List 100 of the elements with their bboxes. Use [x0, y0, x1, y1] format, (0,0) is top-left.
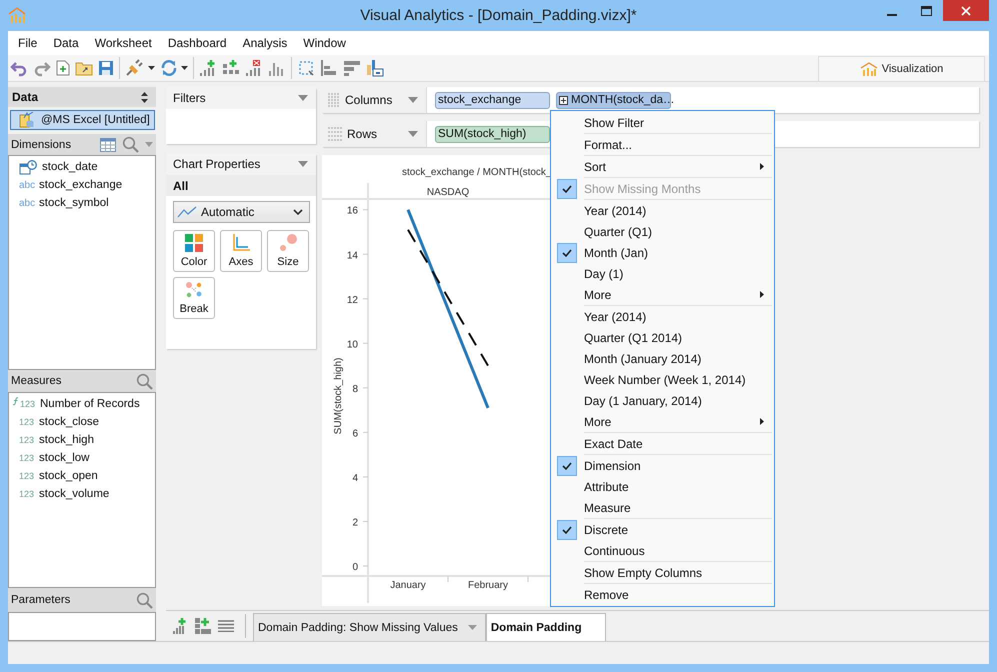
- legend-icon[interactable]: [366, 59, 384, 77]
- rows-grip-icon: [328, 127, 342, 141]
- axis-tick-label: 6: [352, 428, 358, 440]
- menu-item[interactable]: Day (1): [551, 263, 774, 284]
- sort-arrows-icon[interactable]: [141, 92, 148, 102]
- menu-item[interactable]: Discrete: [551, 519, 774, 540]
- redo-icon[interactable]: [33, 59, 51, 77]
- menu-item[interactable]: More: [551, 411, 774, 432]
- close-button[interactable]: [943, 0, 989, 21]
- dropdown-caret-icon: [468, 625, 477, 630]
- field-pill[interactable]: stock_exchange: [435, 92, 550, 108]
- list-icon[interactable]: [218, 620, 234, 632]
- menu-item[interactable]: Year (2014): [551, 200, 774, 221]
- plug-icon[interactable]: [125, 59, 145, 77]
- field-item[interactable]: abc stock_exchange: [9, 176, 155, 194]
- axes-button[interactable]: Axes: [220, 230, 262, 272]
- undo-icon[interactable]: [10, 59, 28, 77]
- add-grid-icon[interactable]: [222, 59, 240, 77]
- new-file-icon[interactable]: [56, 60, 70, 76]
- new-worksheet-icon[interactable]: [172, 618, 188, 634]
- menu-item[interactable]: Window: [295, 36, 354, 50]
- field-item[interactable]: 123 stock_close: [9, 413, 155, 431]
- menu-item[interactable]: Worksheet: [86, 36, 160, 50]
- axis-tick-label: 4: [352, 472, 358, 484]
- sheet-tab[interactable]: Domain Padding: [486, 613, 606, 641]
- panel-title: Measures: [11, 375, 62, 387]
- folder-icon[interactable]: [75, 60, 93, 76]
- visualization-tab[interactable]: Visualization: [818, 56, 985, 81]
- plus-icon: [559, 96, 568, 104]
- menu-item[interactable]: Continuous: [551, 540, 774, 561]
- search-icon[interactable]: [122, 136, 139, 153]
- search-icon[interactable]: [136, 592, 153, 608]
- break-button[interactable]: Break: [173, 277, 215, 319]
- menu-item[interactable]: Exact Date: [551, 433, 774, 454]
- menu-item[interactable]: Measure: [551, 497, 774, 518]
- dropdown-caret-icon[interactable]: [145, 142, 153, 147]
- menu-item[interactable]: Show Empty Columns: [551, 562, 774, 583]
- color-button[interactable]: Color: [173, 230, 215, 272]
- type-label: 123: [19, 489, 36, 499]
- type-label: 123: [20, 399, 36, 409]
- dropdown-caret-icon[interactable]: [298, 95, 308, 101]
- axes-icon: [232, 234, 250, 252]
- new-dashboard-icon[interactable]: [195, 618, 211, 634]
- field-item[interactable]: stock_date: [9, 158, 155, 176]
- menu-item[interactable]: Year (2014): [551, 306, 774, 327]
- menu-item[interactable]: Show Filter: [551, 112, 774, 133]
- sort-icon[interactable]: [343, 59, 361, 77]
- size-button[interactable]: Size: [267, 230, 309, 272]
- chevron-down-icon: [293, 208, 303, 216]
- field-item[interactable]: 123 stock_high: [9, 431, 155, 449]
- field-pill[interactable]: SUM(stock_high): [435, 126, 550, 142]
- menu-item[interactable]: Day (1 January, 2014): [551, 390, 774, 411]
- lasso-icon[interactable]: [297, 59, 315, 77]
- field-item[interactable]: 123 Number of Records: [9, 395, 155, 413]
- axis-tick-label: 14: [346, 250, 358, 262]
- field-pill[interactable]: MONTH(stock_da…: [556, 92, 671, 108]
- chart-house-icon: [860, 62, 878, 76]
- dropdown-caret-icon[interactable]: [408, 97, 418, 103]
- sheet-tab[interactable]: Domain Padding: Show Missing Values: [253, 613, 486, 641]
- dropdown-caret-icon[interactable]: [298, 161, 308, 167]
- menu-item[interactable]: Week Number (Week 1, 2014): [551, 369, 774, 390]
- menu-item[interactable]: Dashboard: [160, 36, 235, 50]
- caret-icon[interactable]: [181, 66, 188, 70]
- axis-tick-label: 16: [346, 206, 358, 217]
- menu-item[interactable]: Remove: [551, 584, 774, 605]
- add-chart-icon[interactable]: [199, 59, 217, 77]
- type-label: 123: [19, 453, 36, 463]
- menu-item[interactable]: Sort: [551, 156, 774, 177]
- menu-item[interactable]: File: [10, 36, 46, 50]
- menu-item[interactable]: More: [551, 284, 774, 305]
- menu-item[interactable]: Quarter (Q1): [551, 221, 774, 242]
- search-icon[interactable]: [136, 372, 153, 390]
- field-item[interactable]: abc stock_symbol: [9, 194, 155, 212]
- field-item[interactable]: 123 stock_volume: [9, 485, 155, 503]
- menu-item[interactable]: Analysis: [234, 36, 296, 50]
- caret-icon[interactable]: [148, 66, 155, 70]
- field-item[interactable]: 123 stock_low: [9, 449, 155, 467]
- type-label: abc: [19, 198, 36, 208]
- section-tab[interactable]: All: [166, 175, 316, 196]
- panel-title: Chart Properties: [173, 157, 260, 171]
- menu-item[interactable]: Dimension: [551, 455, 774, 476]
- menu-item[interactable]: Month (Jan): [551, 242, 774, 263]
- menu-item[interactable]: Format...: [551, 134, 774, 155]
- remove-chart-icon[interactable]: [245, 59, 263, 77]
- table-icon[interactable]: [100, 138, 116, 152]
- dropdown-caret-icon[interactable]: [408, 131, 418, 137]
- menu-item[interactable]: Attribute: [551, 476, 774, 497]
- color-squares-icon: [185, 234, 203, 252]
- data-source-item[interactable]: @MS Excel [Untitled]: [10, 110, 155, 130]
- type-label: 123: [19, 435, 36, 445]
- axis-tick-label: 2: [352, 517, 358, 528]
- horizontal-bars-icon[interactable]: [320, 59, 338, 77]
- window-title: Visual Analytics - [Domain_Padding.vizx]*: [359, 7, 638, 24]
- app-logo-icon: [8, 6, 26, 24]
- menu-item[interactable]: Data: [45, 36, 87, 50]
- mark-type-dropdown[interactable]: Automatic: [173, 201, 310, 223]
- field-item[interactable]: 123 stock_open: [9, 467, 155, 485]
- save-icon[interactable]: [98, 60, 114, 76]
- menu-item[interactable]: Quarter (Q1 2014): [551, 327, 774, 348]
- menu-item[interactable]: Month (January 2014): [551, 348, 774, 369]
